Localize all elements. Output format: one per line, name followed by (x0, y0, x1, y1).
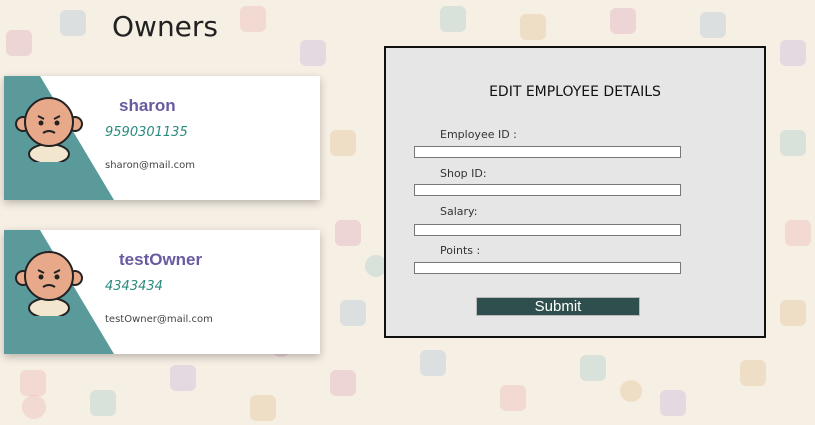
owner-phone: 4343434 (105, 279, 163, 294)
employee-id-input[interactable] (414, 146, 681, 158)
owner-card: sharon 9590301135 sharon@mail.com (4, 76, 320, 200)
owner-name: sharon (119, 96, 176, 115)
page-title: Owners (112, 10, 219, 43)
salary-input[interactable] (414, 224, 681, 236)
salary-label: Salary: (440, 205, 478, 218)
edit-employee-form: EDIT EMPLOYEE DETAILS Employee ID : Shop… (384, 46, 766, 338)
avatar-icon (15, 97, 83, 162)
shop-id-label: Shop ID: (440, 167, 487, 180)
points-label: Points : (440, 244, 481, 257)
points-input[interactable] (414, 262, 681, 274)
shop-id-input[interactable] (414, 184, 681, 196)
owner-email: testOwner@mail.com (105, 314, 213, 325)
form-title: EDIT EMPLOYEE DETAILS (489, 84, 661, 100)
owner-phone: 9590301135 (105, 125, 188, 140)
owner-card: testOwner 4343434 testOwner@mail.com (4, 230, 320, 354)
employee-id-label: Employee ID : (440, 128, 517, 141)
avatar-icon (15, 251, 83, 316)
owner-email: sharon@mail.com (105, 160, 195, 171)
owner-name: testOwner (119, 250, 203, 269)
submit-button[interactable]: Submit (476, 297, 640, 316)
